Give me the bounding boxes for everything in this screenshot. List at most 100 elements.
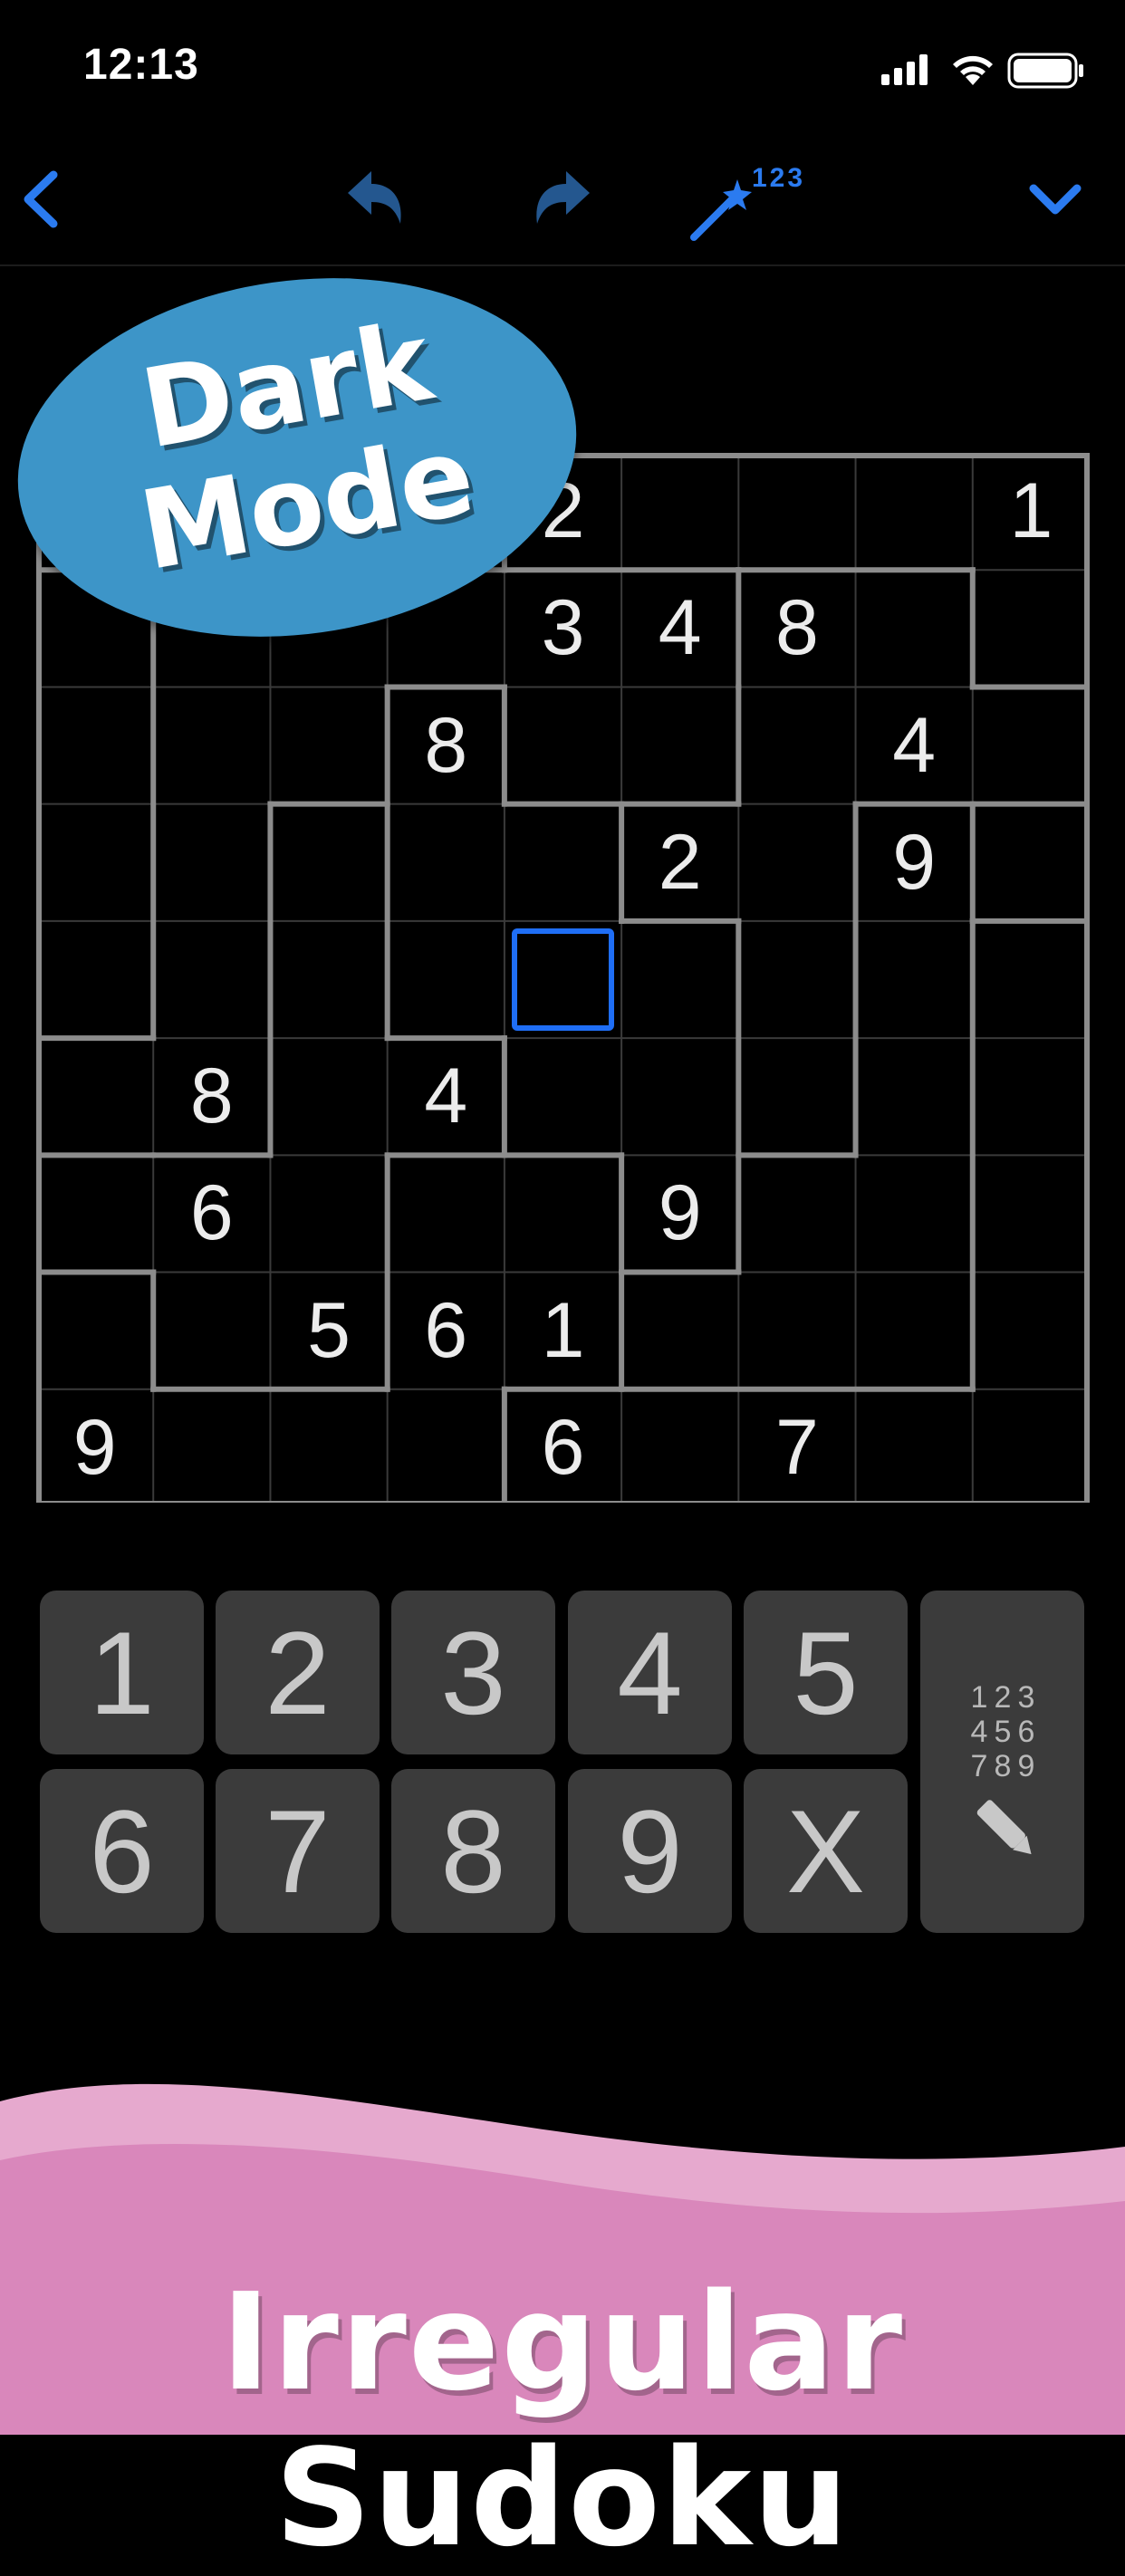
key-2[interactable]: 2 [216,1591,380,1754]
empty-cell[interactable] [973,1038,1090,1155]
given-cell[interactable]: 9 [36,1389,153,1506]
erase-key[interactable]: X [744,1769,908,1933]
empty-cell[interactable] [621,921,738,1038]
empty-cell[interactable] [153,1273,270,1389]
given-cell[interactable]: 6 [388,1273,505,1389]
empty-cell[interactable] [856,570,973,687]
given-cell[interactable]: 4 [388,1038,505,1155]
pencil-digit: 8 [994,1749,1012,1783]
empty-cell[interactable] [270,921,387,1038]
pencil-digit: 7 [970,1749,988,1783]
key-5[interactable]: 5 [744,1591,908,1754]
magic-wand-icon [690,179,752,241]
empty-cell[interactable] [621,687,738,803]
empty-cell[interactable] [973,570,1090,687]
empty-cell[interactable] [153,1389,270,1506]
given-cell[interactable]: 6 [153,1155,270,1272]
redo-arrow-icon [536,171,590,224]
empty-cell[interactable] [270,1389,387,1506]
empty-cell[interactable] [388,804,505,921]
key-4[interactable]: 4 [568,1591,732,1754]
empty-cell[interactable] [621,1389,738,1506]
empty-cell[interactable] [738,687,855,803]
key-9[interactable]: 9 [568,1769,732,1933]
given-cell[interactable]: 7 [738,1389,855,1506]
empty-cell[interactable] [505,1038,621,1155]
empty-cell[interactable] [36,921,153,1038]
wifi-icon [953,55,993,85]
given-cell[interactable]: 8 [738,570,855,687]
pencil-mode-key[interactable]: 1 2 3 4 5 6 7 8 9 [920,1591,1084,1933]
given-cell[interactable]: 8 [153,1038,270,1155]
empty-cell[interactable] [505,804,621,921]
empty-cell[interactable] [973,921,1090,1038]
given-cell[interactable]: 9 [856,804,973,921]
empty-cell[interactable] [973,1273,1090,1389]
key-6[interactable]: 6 [40,1769,204,1933]
empty-cell[interactable] [153,804,270,921]
status-time: 12:13 [83,41,199,89]
dark-mode-badge: Dark Mode [0,243,601,672]
back-button[interactable] [9,163,72,235]
given-cell[interactable]: 8 [388,687,505,803]
empty-cell[interactable] [738,453,855,570]
empty-cell[interactable] [973,687,1090,803]
empty-cell[interactable] [856,453,973,570]
given-cell[interactable]: 6 [505,1389,621,1506]
empty-cell[interactable] [388,921,505,1038]
empty-cell[interactable] [856,1273,973,1389]
empty-cell[interactable] [621,1273,738,1389]
empty-cell[interactable] [973,1155,1090,1272]
empty-cell[interactable] [856,1389,973,1506]
empty-cell[interactable] [153,921,270,1038]
chevron-down-icon [1029,184,1082,215]
empty-cell[interactable] [270,687,387,803]
given-cell[interactable]: 5 [270,1273,387,1389]
empty-cell[interactable] [621,453,738,570]
empty-cell[interactable] [738,804,855,921]
key-7[interactable]: 7 [216,1769,380,1933]
selected-cell[interactable] [511,928,615,1032]
empty-cell[interactable] [270,1038,387,1155]
empty-cell[interactable] [153,687,270,803]
empty-cell[interactable] [36,804,153,921]
empty-cell[interactable] [856,1038,973,1155]
empty-cell[interactable] [621,1038,738,1155]
empty-cell[interactable] [856,1155,973,1272]
empty-cell[interactable] [270,804,387,921]
empty-cell[interactable] [738,1273,855,1389]
given-cell[interactable]: 9 [621,1155,738,1272]
given-cell[interactable]: 2 [621,804,738,921]
empty-cell[interactable] [270,1155,387,1272]
empty-cell[interactable] [36,1038,153,1155]
empty-cell[interactable] [973,1389,1090,1506]
key-3[interactable]: 3 [391,1591,555,1754]
empty-cell[interactable] [505,1155,621,1272]
empty-cell[interactable] [738,1155,855,1272]
empty-cell[interactable] [388,1389,505,1506]
hint-button[interactable]: 123 [681,154,826,245]
empty-cell[interactable] [36,1273,153,1389]
given-cell[interactable]: 4 [621,570,738,687]
empty-cell[interactable] [36,1155,153,1272]
empty-cell[interactable] [505,687,621,803]
key-1[interactable]: 1 [40,1591,204,1754]
key-8[interactable]: 8 [391,1769,555,1933]
given-cell[interactable]: 1 [973,453,1090,570]
empty-cell[interactable] [856,921,973,1038]
pencil-digit: 6 [1017,1715,1035,1749]
empty-cell[interactable] [36,687,153,803]
empty-cell[interactable] [973,804,1090,921]
undo-button[interactable] [335,163,417,235]
pencil-digit: 2 [994,1680,1012,1715]
battery-icon [1007,53,1083,89]
empty-cell[interactable] [388,1155,505,1272]
given-cell[interactable]: 1 [505,1273,621,1389]
collapse-button[interactable] [1019,168,1091,231]
given-cell[interactable]: 4 [856,687,973,803]
empty-cell[interactable] [738,921,855,1038]
footer-banner: Irregular Sudoku [0,2074,1125,2576]
redo-button[interactable] [521,163,602,235]
pencil-digit: 1 [970,1680,988,1715]
empty-cell[interactable] [738,1038,855,1155]
